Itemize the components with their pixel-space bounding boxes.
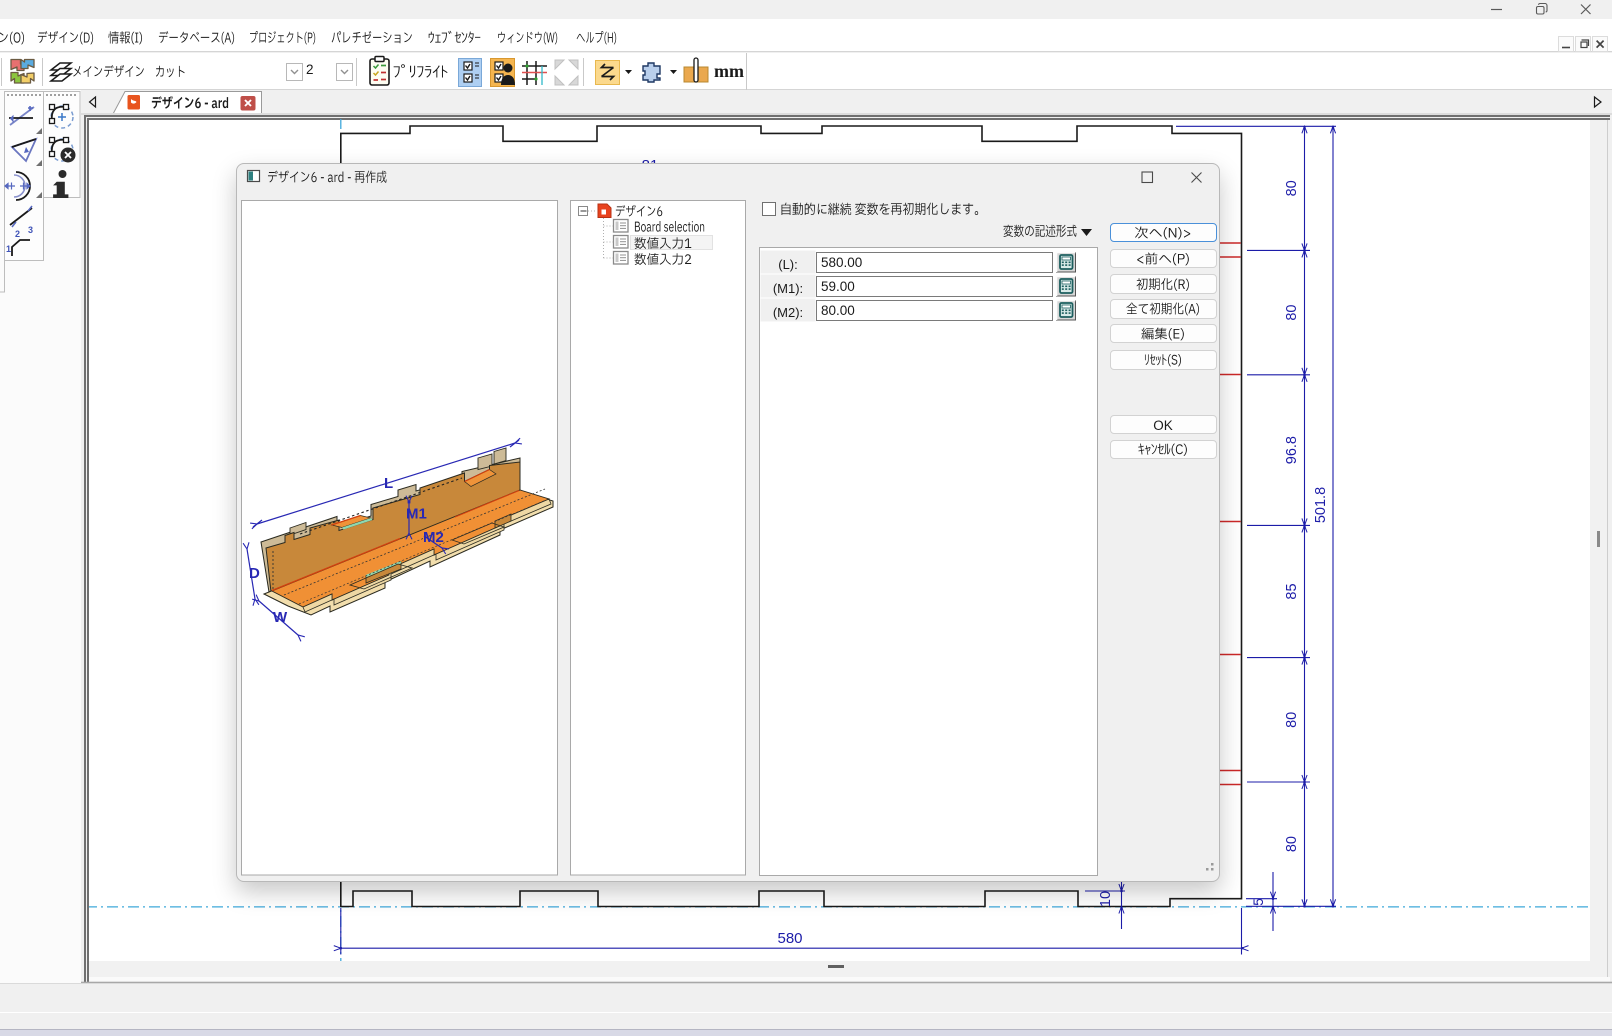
svg-text:80: 80 bbox=[1284, 712, 1300, 728]
svg-text:85: 85 bbox=[1284, 583, 1300, 599]
svg-text:96.8: 96.8 bbox=[1284, 436, 1300, 464]
svg-text:80: 80 bbox=[1284, 180, 1300, 196]
svg-text:W: W bbox=[273, 609, 288, 626]
svg-text:D: D bbox=[249, 565, 260, 582]
svg-text:580: 580 bbox=[777, 930, 802, 947]
svg-text:5: 5 bbox=[1251, 898, 1266, 906]
svg-text:501.8: 501.8 bbox=[1313, 487, 1329, 523]
svg-text:L: L bbox=[384, 475, 393, 492]
svg-text:10: 10 bbox=[1098, 891, 1114, 907]
svg-text:M1: M1 bbox=[406, 506, 427, 523]
svg-text:80: 80 bbox=[1284, 836, 1300, 852]
svg-text:M2: M2 bbox=[423, 529, 444, 546]
svg-text:80: 80 bbox=[1284, 305, 1300, 321]
